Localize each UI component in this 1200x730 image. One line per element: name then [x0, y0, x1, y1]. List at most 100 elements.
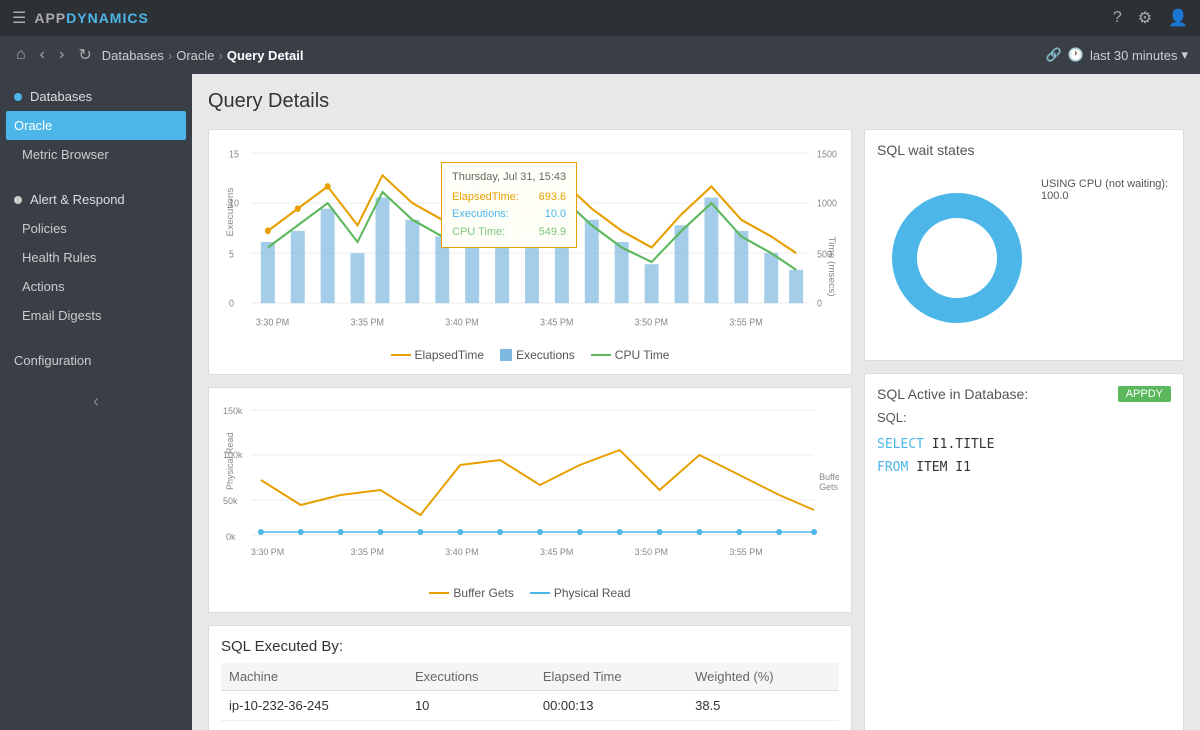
sql-wait-panel: SQL wait states USING	[864, 129, 1184, 361]
sidebar-configuration[interactable]: Configuration	[0, 346, 192, 375]
refresh-button[interactable]: ↻	[74, 43, 95, 67]
pin-icon[interactable]: 🔗	[1046, 47, 1062, 63]
sql-from-rest: ITEM I1	[908, 460, 971, 475]
svg-text:3:40 PM: 3:40 PM	[445, 317, 478, 329]
table-header-row: Machine Executions Elapsed Time Weighted…	[221, 663, 839, 691]
svg-text:3:35 PM: 3:35 PM	[351, 547, 384, 557]
sql-line-1: SELECT I1.TITLE	[877, 433, 1171, 456]
physical-read-svg: 150k 100k 50k 0k	[221, 400, 839, 570]
cell-elapsed-2: 00:00:25	[535, 721, 687, 730]
executions-chart-panel: Thursday, Jul 31, 15:43 ElapsedTime: 693…	[208, 129, 852, 375]
user-icon[interactable]: 👤	[1168, 8, 1188, 28]
donut-svg	[877, 178, 1037, 338]
clock-icon: 🕐	[1068, 47, 1084, 63]
breadcrumb-databases[interactable]: Databases	[102, 48, 164, 63]
time-selector[interactable]: last 30 minutes ▾	[1090, 47, 1188, 63]
back-button[interactable]: ‹	[36, 44, 49, 66]
time-dropdown-icon[interactable]: ▾	[1181, 47, 1188, 63]
table-row: ip-10-235-23-30 16 00:00:25 61.5	[221, 721, 839, 730]
table-body: ip-10-232-36-245 10 00:00:13 38.5 ip-10-…	[221, 691, 839, 730]
svg-text:3:30 PM: 3:30 PM	[256, 317, 289, 329]
svg-text:Buffer: Buffer	[819, 472, 839, 482]
right-panels: SQL wait states USING	[864, 129, 1184, 730]
settings-icon[interactable]: ⚙	[1138, 8, 1152, 28]
breadcrumb: Databases › Oracle › Query Detail	[102, 48, 304, 63]
sidebar-alert-respond[interactable]: Alert & Respond	[0, 185, 192, 214]
svg-text:Executions: Executions	[225, 187, 235, 236]
svg-text:1500: 1500	[817, 149, 837, 161]
legend-cpu: CPU Time	[591, 348, 670, 362]
legend-cpu-label: CPU Time	[615, 348, 670, 362]
legend-elapsed: ElapsedTime	[391, 348, 485, 362]
topbar: ☰ APPDYNAMICS ? ⚙ 👤	[0, 0, 1200, 36]
sidebar-oracle[interactable]: Oracle	[6, 111, 186, 140]
svg-text:Gets: Gets	[819, 482, 838, 492]
sidebar-email-digests-label: Email Digests	[22, 308, 101, 323]
cell-exec-1: 10	[407, 691, 535, 721]
svg-text:3:50 PM: 3:50 PM	[635, 317, 668, 329]
sidebar-health-rules-label: Health Rules	[22, 250, 96, 265]
cell-weighted-2: 61.5	[687, 721, 839, 730]
col-elapsed: Elapsed Time	[535, 663, 687, 691]
sql-executed-panel: SQL Executed By: Machine Executions Elap…	[208, 625, 852, 730]
breadcrumb-sep-1: ›	[168, 48, 172, 63]
svg-text:3:55 PM: 3:55 PM	[729, 547, 762, 557]
chart2-legend: Buffer Gets Physical Read	[221, 586, 839, 600]
logo-part1: APP	[34, 10, 66, 26]
databases-dot	[14, 93, 22, 101]
legend-cpu-color	[591, 354, 611, 356]
home-button[interactable]: ⌂	[12, 44, 30, 66]
legend-phys-label: Physical Read	[554, 586, 631, 600]
sql-label: SQL:	[877, 410, 1171, 425]
sql-active-panel: SQL Active in Database: APPDY SQL: SELEC…	[864, 373, 1184, 730]
hamburger-icon[interactable]: ☰	[12, 8, 26, 28]
svg-text:0k: 0k	[226, 532, 236, 542]
sidebar-health-rules[interactable]: Health Rules	[0, 243, 192, 272]
cell-machine-1: ip-10-232-36-245	[221, 691, 407, 721]
legend-exec-color	[500, 349, 512, 361]
svg-text:3:50 PM: 3:50 PM	[635, 547, 668, 557]
content-area: Query Details Thursday, Jul 31, 15:43 El…	[192, 74, 1200, 730]
sidebar-oracle-label: Oracle	[14, 118, 52, 133]
sql-select-kw: SELECT	[877, 437, 924, 452]
sidebar-collapse[interactable]: ‹	[0, 383, 192, 420]
breadcrumb-sep-2: ›	[219, 48, 223, 63]
sidebar-actions[interactable]: Actions	[0, 272, 192, 301]
legend-phys-color	[530, 592, 550, 594]
sidebar-databases-label: Databases	[30, 89, 92, 104]
physical-read-chart: 150k 100k 50k 0k	[221, 400, 839, 580]
sql-active-title: SQL Active in Database:	[877, 386, 1028, 402]
forward-button[interactable]: ›	[55, 44, 68, 66]
navbar-right: 🔗 🕐 last 30 minutes ▾	[1046, 47, 1188, 63]
sidebar-metric-browser-label: Metric Browser	[22, 147, 109, 162]
main-layout: Databases Oracle Metric Browser Alert & …	[0, 74, 1200, 730]
table-header: Machine Executions Elapsed Time Weighted…	[221, 663, 839, 691]
svg-text:3:40 PM: 3:40 PM	[445, 547, 478, 557]
sql-line-2: FROM ITEM I1	[877, 456, 1171, 479]
physical-read-panel: 150k 100k 50k 0k	[208, 387, 852, 613]
sidebar-metric-browser[interactable]: Metric Browser	[0, 140, 192, 169]
sql-executed-table: Machine Executions Elapsed Time Weighted…	[221, 663, 839, 730]
sidebar-email-digests[interactable]: Email Digests	[0, 301, 192, 330]
alert-dot	[14, 196, 22, 204]
help-icon[interactable]: ?	[1113, 9, 1122, 27]
breadcrumb-oracle[interactable]: Oracle	[176, 48, 214, 63]
svg-text:Time (msecs): Time (msecs)	[826, 236, 836, 296]
legend-physical-read: Physical Read	[530, 586, 631, 600]
donut-container	[877, 168, 1037, 348]
col-machine: Machine	[221, 663, 407, 691]
cell-weighted-1: 38.5	[687, 691, 839, 721]
sidebar-databases[interactable]: Databases	[0, 82, 192, 111]
breadcrumb-current: Query Detail	[227, 48, 304, 63]
svg-text:50k: 50k	[223, 496, 238, 506]
legend-buffer-color	[429, 592, 449, 594]
svg-text:1000: 1000	[817, 198, 837, 210]
cell-exec-2: 16	[407, 721, 535, 730]
topbar-right: ? ⚙ 👤	[1113, 8, 1188, 28]
app-logo: APPDYNAMICS	[34, 10, 148, 26]
sidebar-policies[interactable]: Policies	[0, 214, 192, 243]
legend-exec-label: Executions	[516, 348, 575, 362]
wait-legend: USING CPU (not waiting): 100.0	[1037, 168, 1171, 202]
navbar-left: ⌂ ‹ › ↻ Databases › Oracle › Query Detai…	[12, 43, 303, 67]
svg-text:0: 0	[817, 298, 822, 310]
